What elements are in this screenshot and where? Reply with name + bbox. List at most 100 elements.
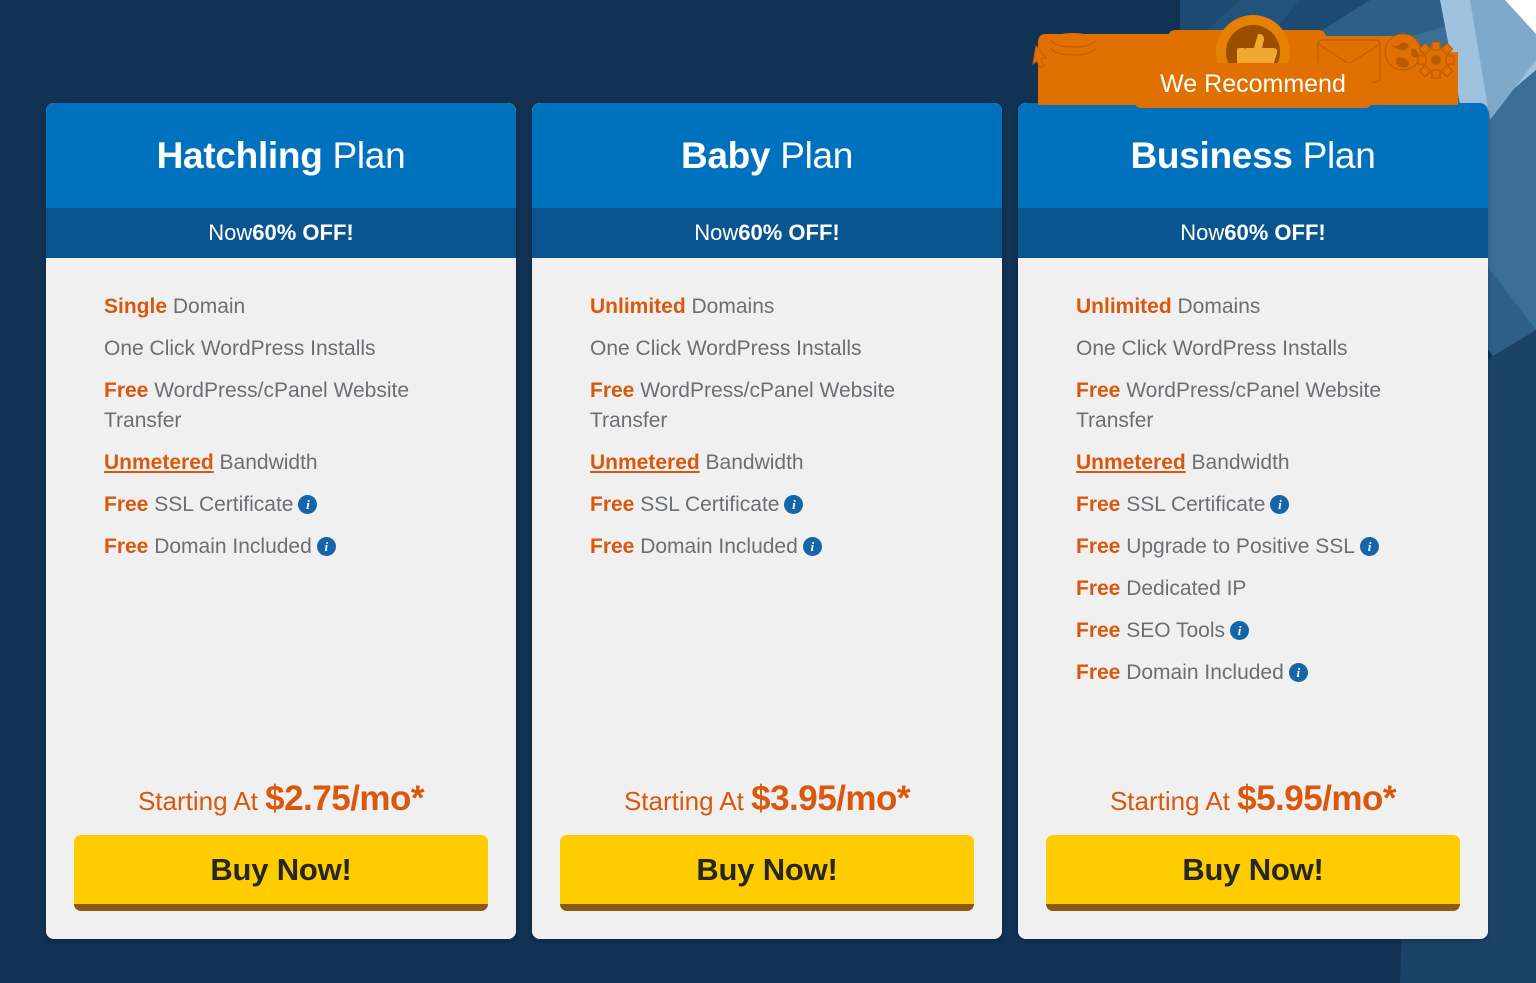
feature-highlight: Free: [104, 379, 149, 402]
feature-text: Bandwidth: [1185, 451, 1290, 474]
feature-highlight: Free: [104, 493, 149, 516]
recommend-badge-label[interactable]: We Recommend: [1134, 63, 1372, 108]
feature-item: Free SSL Certificate i: [590, 490, 970, 520]
feature-item: Free WordPress/cPanel Website Transfer: [104, 376, 484, 436]
feature-item: Free Domain Included i: [1076, 658, 1456, 688]
feature-text: Bandwidth: [213, 451, 318, 474]
feature-text: Domain: [167, 295, 246, 318]
feature-highlight: Unmetered: [1076, 451, 1186, 474]
info-icon[interactable]: i: [1288, 663, 1308, 682]
plan-card-baby: Baby Plan Now 60% OFF! Unlimited Domains…: [532, 103, 1002, 939]
feature-text: Domains: [1171, 295, 1261, 318]
plan-header-business: Business Plan: [1018, 103, 1488, 208]
promo-prefix: Now: [694, 220, 739, 245]
feature-item: Free Domain Included i: [590, 532, 970, 562]
feature-text: Domain Included: [148, 535, 312, 558]
info-icon[interactable]: i: [316, 537, 336, 556]
plan-footer-baby: Starting At $3.95/mo* Buy Now!: [532, 779, 1002, 939]
feature-text: One Click WordPress Installs: [104, 337, 376, 360]
feature-item: Unmetered Bandwidth: [590, 448, 970, 478]
feature-highlight: Free: [590, 379, 635, 402]
price-line-baby: Starting At $3.95/mo*: [560, 779, 974, 819]
feature-highlight: Free: [590, 535, 635, 558]
feature-highlight: Free: [590, 493, 635, 516]
feature-text: Domains: [685, 295, 775, 318]
feature-highlight: Unmetered: [104, 451, 214, 474]
plan-header-hatchling: Hatchling Plan: [46, 103, 516, 208]
promo-discount: 60% OFF!: [738, 220, 840, 245]
plan-features-hatchling: Single Domain One Click WordPress Install…: [46, 258, 516, 779]
info-icon[interactable]: i: [1230, 621, 1250, 640]
plan-footer-business: Starting At $5.95/mo* Buy Now!: [1018, 779, 1488, 939]
feature-text: Dedicated IP: [1120, 577, 1247, 600]
feature-text: SSL Certificate: [1120, 493, 1266, 516]
promo-discount: 60% OFF!: [1224, 220, 1326, 245]
plan-title-baby: Baby Plan: [681, 135, 853, 177]
info-icon[interactable]: i: [1360, 537, 1379, 556]
feature-item: Single Domain: [104, 292, 484, 322]
feature-highlight: Unmetered: [590, 451, 700, 474]
feature-text: WordPress/cPanel Website Transfer: [104, 379, 410, 432]
plan-header-baby: Baby Plan: [532, 103, 1002, 208]
plan-footer-hatchling: Starting At $2.75/mo* Buy Now!: [46, 779, 516, 939]
promo-prefix: Now: [208, 220, 253, 245]
feature-text: Domain Included: [1120, 661, 1284, 684]
feature-text: Domain Included: [634, 535, 798, 558]
info-icon[interactable]: i: [784, 495, 804, 514]
plan-name-strong: Hatchling: [156, 134, 323, 176]
pricing-plans-row: Hatchling Plan Now 60% OFF! Single Domai…: [46, 103, 1490, 939]
info-icon[interactable]: i: [1270, 495, 1290, 514]
plan-features-business: Unlimited Domains One Click WordPress Ins…: [1018, 258, 1488, 779]
price-amount: $3.95/mo*: [751, 779, 911, 818]
feature-highlight: Free: [1076, 619, 1121, 642]
info-icon[interactable]: i: [298, 495, 318, 514]
plan-title-hatchling: Hatchling Plan: [157, 135, 406, 177]
plan-name-strong: Baby: [680, 134, 771, 176]
price-prefix: Starting At: [137, 786, 266, 816]
feature-text: One Click WordPress Installs: [1076, 337, 1348, 360]
buy-now-button-baby[interactable]: Buy Now!: [560, 835, 974, 911]
feature-item: Free SSL Certificate i: [1076, 490, 1456, 520]
feature-item: Unlimited Domains: [1076, 292, 1456, 322]
feature-highlight: Free: [104, 535, 149, 558]
feature-highlight: Unlimited: [590, 295, 686, 318]
feature-item: One Click WordPress Installs: [104, 334, 484, 364]
plan-features-baby: Unlimited Domains One Click WordPress Ins…: [532, 258, 1002, 779]
buy-now-button-hatchling[interactable]: Buy Now!: [74, 835, 488, 911]
feature-item: Free Upgrade to Positive SSL i: [1076, 532, 1456, 562]
price-line-business: Starting At $5.95/mo*: [1046, 779, 1460, 819]
plan-name-light: Plan: [1292, 134, 1376, 176]
info-icon[interactable]: i: [802, 537, 822, 556]
feature-item: Free SEO Tools i: [1076, 616, 1456, 646]
price-amount: $5.95/mo*: [1237, 779, 1397, 818]
feature-text: SSL Certificate: [148, 493, 294, 516]
feature-item: Free SSL Certificate i: [104, 490, 484, 520]
price-prefix: Starting At: [623, 786, 752, 816]
feature-highlight: Unlimited: [1076, 295, 1172, 318]
feature-item: Unlimited Domains: [590, 292, 970, 322]
price-line-hatchling: Starting At $2.75/mo*: [74, 779, 488, 819]
feature-item: Free Dedicated IP: [1076, 574, 1456, 604]
feature-item: Free WordPress/cPanel Website Transfer: [1076, 376, 1456, 436]
feature-highlight: Free: [1076, 577, 1121, 600]
feature-item: Free WordPress/cPanel Website Transfer: [590, 376, 970, 436]
feature-item: Unmetered Bandwidth: [1076, 448, 1456, 478]
promo-discount: 60% OFF!: [252, 220, 354, 245]
feature-highlight: Single: [104, 295, 168, 318]
plan-name-light: Plan: [322, 134, 406, 176]
feature-item: Free Domain Included i: [104, 532, 484, 562]
plan-card-business: Business Plan Now 60% OFF! Unlimited Dom…: [1018, 103, 1488, 939]
price-amount: $2.75/mo*: [265, 779, 425, 818]
feature-text: Bandwidth: [699, 451, 804, 474]
feature-text: Upgrade to Positive SSL: [1120, 535, 1355, 558]
plan-promo-baby: Now 60% OFF!: [532, 208, 1002, 258]
plan-name-light: Plan: [770, 134, 854, 176]
plan-name-strong: Business: [1130, 134, 1293, 176]
plan-card-hatchling: Hatchling Plan Now 60% OFF! Single Domai…: [46, 103, 516, 939]
buy-now-button-business[interactable]: Buy Now!: [1046, 835, 1460, 911]
feature-text: WordPress/cPanel Website Transfer: [1076, 379, 1382, 432]
plan-promo-business: Now 60% OFF!: [1018, 208, 1488, 258]
feature-item: Unmetered Bandwidth: [104, 448, 484, 478]
feature-highlight: Free: [1076, 379, 1121, 402]
promo-prefix: Now: [1180, 220, 1225, 245]
